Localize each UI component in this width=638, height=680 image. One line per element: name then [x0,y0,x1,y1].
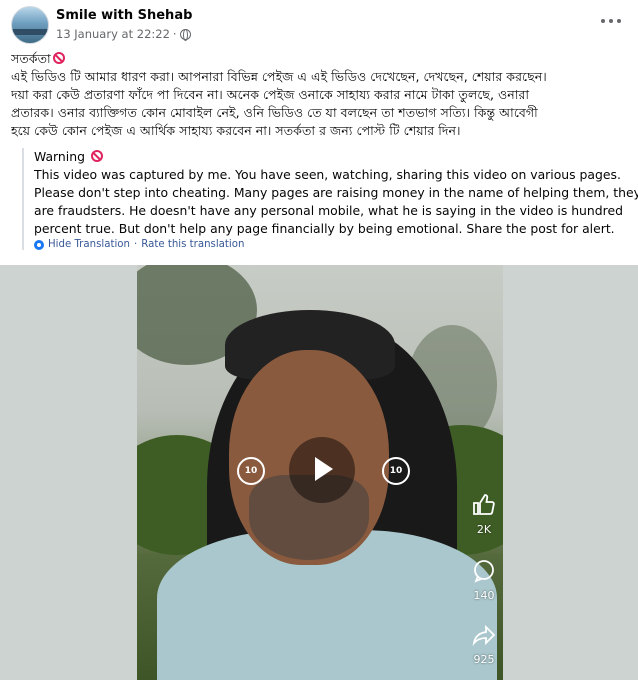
like-action[interactable]: 2K [464,493,503,536]
translation-line: are fraudsters. He doesn't have any pers… [34,203,623,218]
meta-separator: · [172,27,177,41]
rate-translation-link[interactable]: Rate this translation [141,239,244,250]
post-text-line: সতর্কতা [11,50,627,68]
translation-line: percent true. But don't help any page fi… [34,221,615,236]
translation-block: Warning This video was captured by me. Y… [22,148,638,250]
timestamp[interactable]: 13 January at 22:22 [56,27,170,41]
translation-line: Warning [34,148,622,166]
translation-links: Hide Translation · Rate this translation [34,239,622,250]
translate-gear-icon[interactable] [34,239,44,250]
rewind-10-icon[interactable]: 10 [237,457,265,485]
more-options-icon[interactable] [601,14,621,28]
author-name[interactable]: Smile with Shehab [56,8,192,23]
post-text: সতর্কতা এই ভিডিও টি আমার ধারণ করা। আপনার… [11,50,627,140]
translation-line: This video was captured by me. You have … [34,167,621,182]
globe-icon[interactable] [179,28,191,41]
like-count: 2K [476,523,492,536]
share-count: 925 [473,653,495,666]
thumbs-up-icon [473,494,495,515]
post-meta: 13 January at 22:22 · [56,27,191,41]
share-action[interactable]: 925 [464,623,503,666]
prohibited-icon [90,150,103,162]
post-text-line: এই ভিডিও টি আমার ধারণ করা। আপনারা বিভিন্… [11,69,547,84]
forward-10-icon[interactable]: 10 [382,457,410,485]
video-player[interactable]: 10 10 2K 140 925 [137,265,503,680]
side-actions: 2K 140 925 [464,493,503,680]
translation-line: Please don't step into cheating. Many pa… [34,185,638,200]
share-icon [472,624,496,647]
post-text-line: দয়া করা কেউ প্রতারণা ফাঁদে পা দিবেন না।… [11,87,530,102]
post-card: Smile with Shehab 13 January at 22:22 · … [0,0,638,680]
comment-count: 140 [473,589,495,602]
post-text-line: হয়ে কেউ কোন পেইজ এ আর্থিক সাহায্য করবেন… [11,123,461,138]
comment-action[interactable]: 140 [464,559,503,602]
play-icon[interactable] [289,437,355,503]
avatar[interactable] [11,6,49,44]
video-container: 10 10 2K 140 925 [0,265,638,680]
post-text-line: প্রতারক। ওনার ব্যাক্তিগত কোন মোবাইল নেই,… [11,105,538,120]
hide-translation-link[interactable]: Hide Translation [48,239,130,250]
prohibited-icon [52,52,65,64]
comment-icon [474,560,494,583]
post-header: Smile with Shehab 13 January at 22:22 · [11,6,627,46]
link-separator: · [133,239,138,250]
